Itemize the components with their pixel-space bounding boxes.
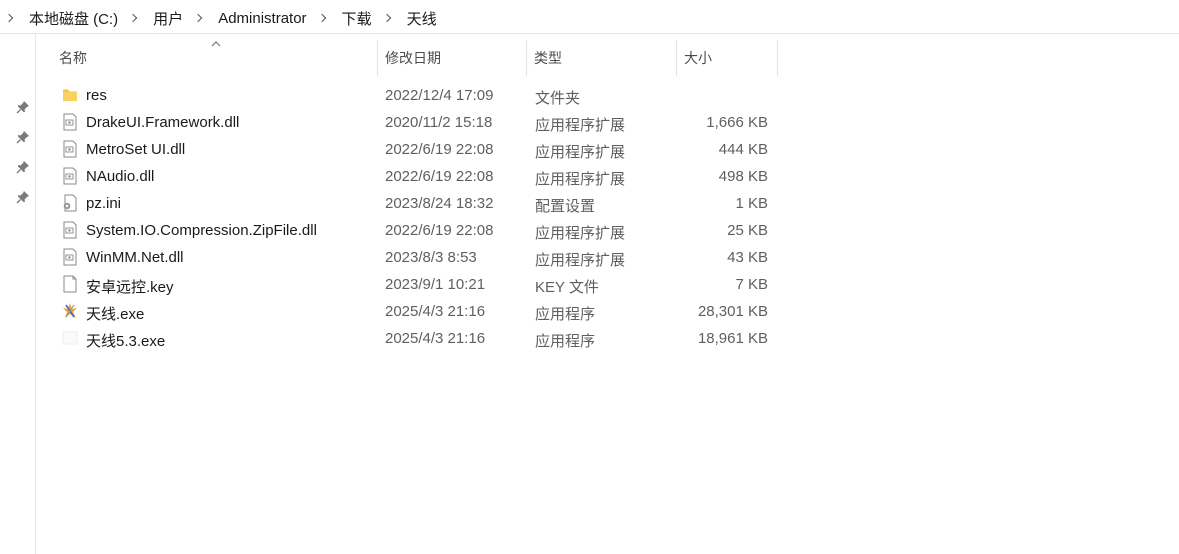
file-type: KEY 文件 xyxy=(535,279,599,296)
pin-icon[interactable] xyxy=(16,130,30,144)
file-name[interactable]: res xyxy=(86,87,107,104)
file-size: 1,666 KB xyxy=(706,114,768,131)
file-name[interactable]: pz.ini xyxy=(86,195,121,212)
file-date: 2022/6/19 22:08 xyxy=(385,141,494,158)
file-size: 1 KB xyxy=(735,195,768,212)
file-name[interactable]: 天线.exe xyxy=(86,303,144,324)
dll-file-icon xyxy=(63,248,77,266)
file-name[interactable]: DrakeUI.Framework.dll xyxy=(86,114,239,131)
file-type: 应用程序 xyxy=(535,333,596,350)
breadcrumb-item-administrator[interactable]: Administrator xyxy=(214,10,310,27)
breadcrumb-item-downloads[interactable]: 下载 xyxy=(338,8,376,29)
file-row[interactable]: pz.ini 2023/8/24 18:32 配置设置 1 KB xyxy=(56,191,796,218)
file-type: 应用程序扩展 xyxy=(535,171,626,188)
exe-app-icon xyxy=(63,303,77,318)
file-row[interactable]: 天线.exe 2025/4/3 21:16 应用程序 28,301 KB xyxy=(56,299,796,326)
file-size: 25 KB xyxy=(727,222,768,239)
chevron-right-icon[interactable] xyxy=(317,11,331,25)
file-type: 应用程序 xyxy=(535,306,596,323)
exe-blank-icon xyxy=(62,331,78,345)
file-date: 2022/12/4 17:09 xyxy=(385,87,494,104)
navigation-pane xyxy=(0,34,36,554)
file-row[interactable]: WinMM.Net.dll 2023/8/3 8:53 应用程序扩展 43 KB xyxy=(56,245,796,272)
file-name[interactable]: 安卓远控.key xyxy=(86,276,174,297)
file-name[interactable]: NAudio.dll xyxy=(86,168,154,185)
file-date: 2025/4/3 21:16 xyxy=(385,330,486,347)
column-header-type[interactable]: 类型 xyxy=(527,40,676,76)
file-size: 7 KB xyxy=(735,276,768,293)
file-row[interactable]: MetroSet UI.dll 2022/6/19 22:08 应用程序扩展 4… xyxy=(56,137,796,164)
breadcrumb-item-users[interactable]: 用户 xyxy=(149,8,187,29)
file-name[interactable]: WinMM.Net.dll xyxy=(86,249,184,266)
file-size: 43 KB xyxy=(727,249,768,266)
chevron-right-icon[interactable] xyxy=(193,11,207,25)
file-type: 配置设置 xyxy=(535,198,596,215)
pin-icon[interactable] xyxy=(16,100,30,114)
dll-file-icon xyxy=(63,221,77,239)
file-size: 444 KB xyxy=(718,141,768,158)
pin-icon[interactable] xyxy=(16,190,30,204)
file-type: 应用程序扩展 xyxy=(535,144,626,161)
file-date: 2022/6/19 22:08 xyxy=(385,168,494,185)
file-explorer-window: 本地磁盘 (C:) 用户 Administrator 下载 天线 名称 修改日期… xyxy=(0,0,1179,554)
chevron-right-icon[interactable] xyxy=(382,11,396,25)
dll-file-icon xyxy=(63,167,77,185)
file-type: 应用程序扩展 xyxy=(535,117,626,134)
file-row[interactable]: 安卓远控.key 2023/9/1 10:21 KEY 文件 7 KB xyxy=(56,272,796,299)
file-name[interactable]: 天线5.3.exe xyxy=(86,330,165,351)
file-row[interactable]: res 2022/12/4 17:09 文件夹 xyxy=(56,83,796,110)
file-date: 2023/8/24 18:32 xyxy=(385,195,494,212)
breadcrumb-item-current[interactable]: 天线 xyxy=(403,8,441,29)
file-date: 2020/11/2 15:18 xyxy=(385,114,493,131)
breadcrumb: 本地磁盘 (C:) 用户 Administrator 下载 天线 xyxy=(4,8,447,28)
file-row[interactable]: 天线5.3.exe 2025/4/3 21:16 应用程序 18,961 KB xyxy=(56,326,796,353)
column-header-size[interactable]: 大小 xyxy=(677,40,777,76)
address-bar[interactable]: 本地磁盘 (C:) 用户 Administrator 下载 天线 xyxy=(0,0,1179,34)
dll-file-icon xyxy=(63,113,77,131)
file-row[interactable]: System.IO.Compression.ZipFile.dll 2022/6… xyxy=(56,218,796,245)
file-type: 文件夹 xyxy=(535,90,581,107)
ini-file-icon xyxy=(63,194,77,212)
file-row[interactable]: NAudio.dll 2022/6/19 22:08 应用程序扩展 498 KB xyxy=(56,164,796,191)
column-header-row: 名称 修改日期 类型 大小 xyxy=(36,40,1176,76)
chevron-right-icon[interactable] xyxy=(128,11,142,25)
file-size: 28,301 KB xyxy=(697,303,768,320)
file-type: 应用程序扩展 xyxy=(535,252,626,269)
file-list: res 2022/12/4 17:09 文件夹 DrakeUI.Framewor… xyxy=(56,83,796,353)
pin-icon[interactable] xyxy=(16,160,30,174)
file-size: 18,961 KB xyxy=(697,330,768,347)
column-header-date[interactable]: 修改日期 xyxy=(378,40,526,76)
file-row[interactable]: DrakeUI.Framework.dll 2020/11/2 15:18 应用… xyxy=(56,110,796,137)
file-date: 2023/8/3 8:53 xyxy=(385,249,477,266)
folder-icon xyxy=(63,89,77,101)
file-name[interactable]: System.IO.Compression.ZipFile.dll xyxy=(86,222,317,239)
file-date: 2023/9/1 10:21 xyxy=(385,276,486,293)
column-divider[interactable] xyxy=(777,40,778,76)
chevron-right-icon[interactable] xyxy=(4,11,18,25)
file-date: 2025/4/3 21:16 xyxy=(385,303,486,320)
file-date: 2022/6/19 22:08 xyxy=(385,222,494,239)
file-type: 应用程序扩展 xyxy=(535,225,626,242)
blank-file-icon xyxy=(63,275,77,293)
column-header-name[interactable]: 名称 xyxy=(52,40,377,76)
dll-file-icon xyxy=(63,140,77,158)
file-size: 498 KB xyxy=(718,168,768,185)
file-name[interactable]: MetroSet UI.dll xyxy=(86,141,185,158)
breadcrumb-item-drive[interactable]: 本地磁盘 (C:) xyxy=(25,8,122,29)
